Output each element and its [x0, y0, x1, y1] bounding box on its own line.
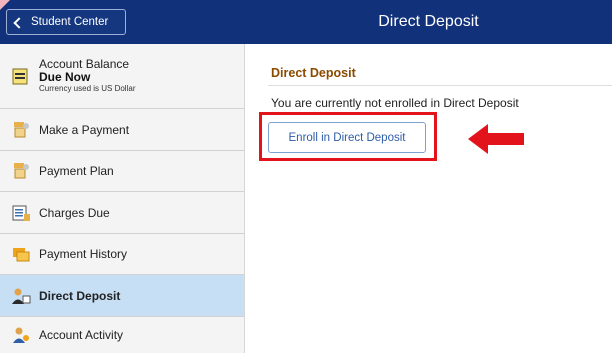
section-title: Direct Deposit — [271, 66, 356, 80]
page-title: Direct Deposit — [378, 13, 479, 30]
charges-due-icon — [12, 205, 30, 221]
balance-due-label: Due Now — [39, 70, 91, 84]
payment-icon — [14, 121, 29, 137]
sidebar-item-direct-deposit[interactable]: Direct Deposit — [0, 275, 244, 317]
sidebar-item-label: Payment Plan — [39, 164, 114, 178]
sidebar-item-label: Payment History — [39, 247, 128, 261]
direct-deposit-icon — [12, 288, 31, 304]
sidebar-item-charges-due[interactable]: Charges Due — [0, 192, 244, 234]
enroll-direct-deposit-button[interactable]: Enroll in Direct Deposit — [268, 122, 426, 153]
sidebar-item-label: Make a Payment — [39, 122, 130, 137]
sidebar-item-make-a-payment[interactable]: Make a Payment — [0, 109, 244, 151]
enrollment-status-text: You are currently not enrolled in Direct… — [271, 96, 519, 110]
sidebar-item-label: Charges Due — [39, 205, 110, 220]
sidebar-item-payment-plan[interactable]: Payment Plan — [0, 151, 244, 192]
sidebar-item-payment-history[interactable]: Payment History — [0, 234, 244, 275]
sidebar-item-label: Direct Deposit — [39, 288, 121, 303]
payment-plan-icon — [14, 163, 29, 179]
student-center-back-button[interactable]: Student Center — [6, 9, 126, 35]
chevron-left-icon — [13, 16, 25, 29]
back-button-label: Student Center — [31, 16, 109, 28]
account-activity-icon — [13, 327, 29, 343]
balance-currency-note: Currency used is US Dollar — [39, 84, 136, 93]
sidebar-item-account-balance[interactable]: Account Balance Due Now Currency used is… — [0, 44, 244, 109]
sidebar-item-account-activity[interactable]: Account Activity — [0, 317, 244, 353]
section-divider — [268, 85, 612, 86]
balance-document-icon — [12, 68, 28, 85]
payment-history-icon — [13, 248, 30, 262]
sidebar: Account Balance Due Now Currency used is… — [0, 44, 245, 353]
main-content: Direct Deposit You are currently not enr… — [246, 44, 612, 353]
arrow-left-icon — [468, 124, 524, 154]
sidebar-item-label: Account Activity — [39, 328, 124, 342]
header-bar: Student Center Direct Deposit — [0, 0, 612, 44]
